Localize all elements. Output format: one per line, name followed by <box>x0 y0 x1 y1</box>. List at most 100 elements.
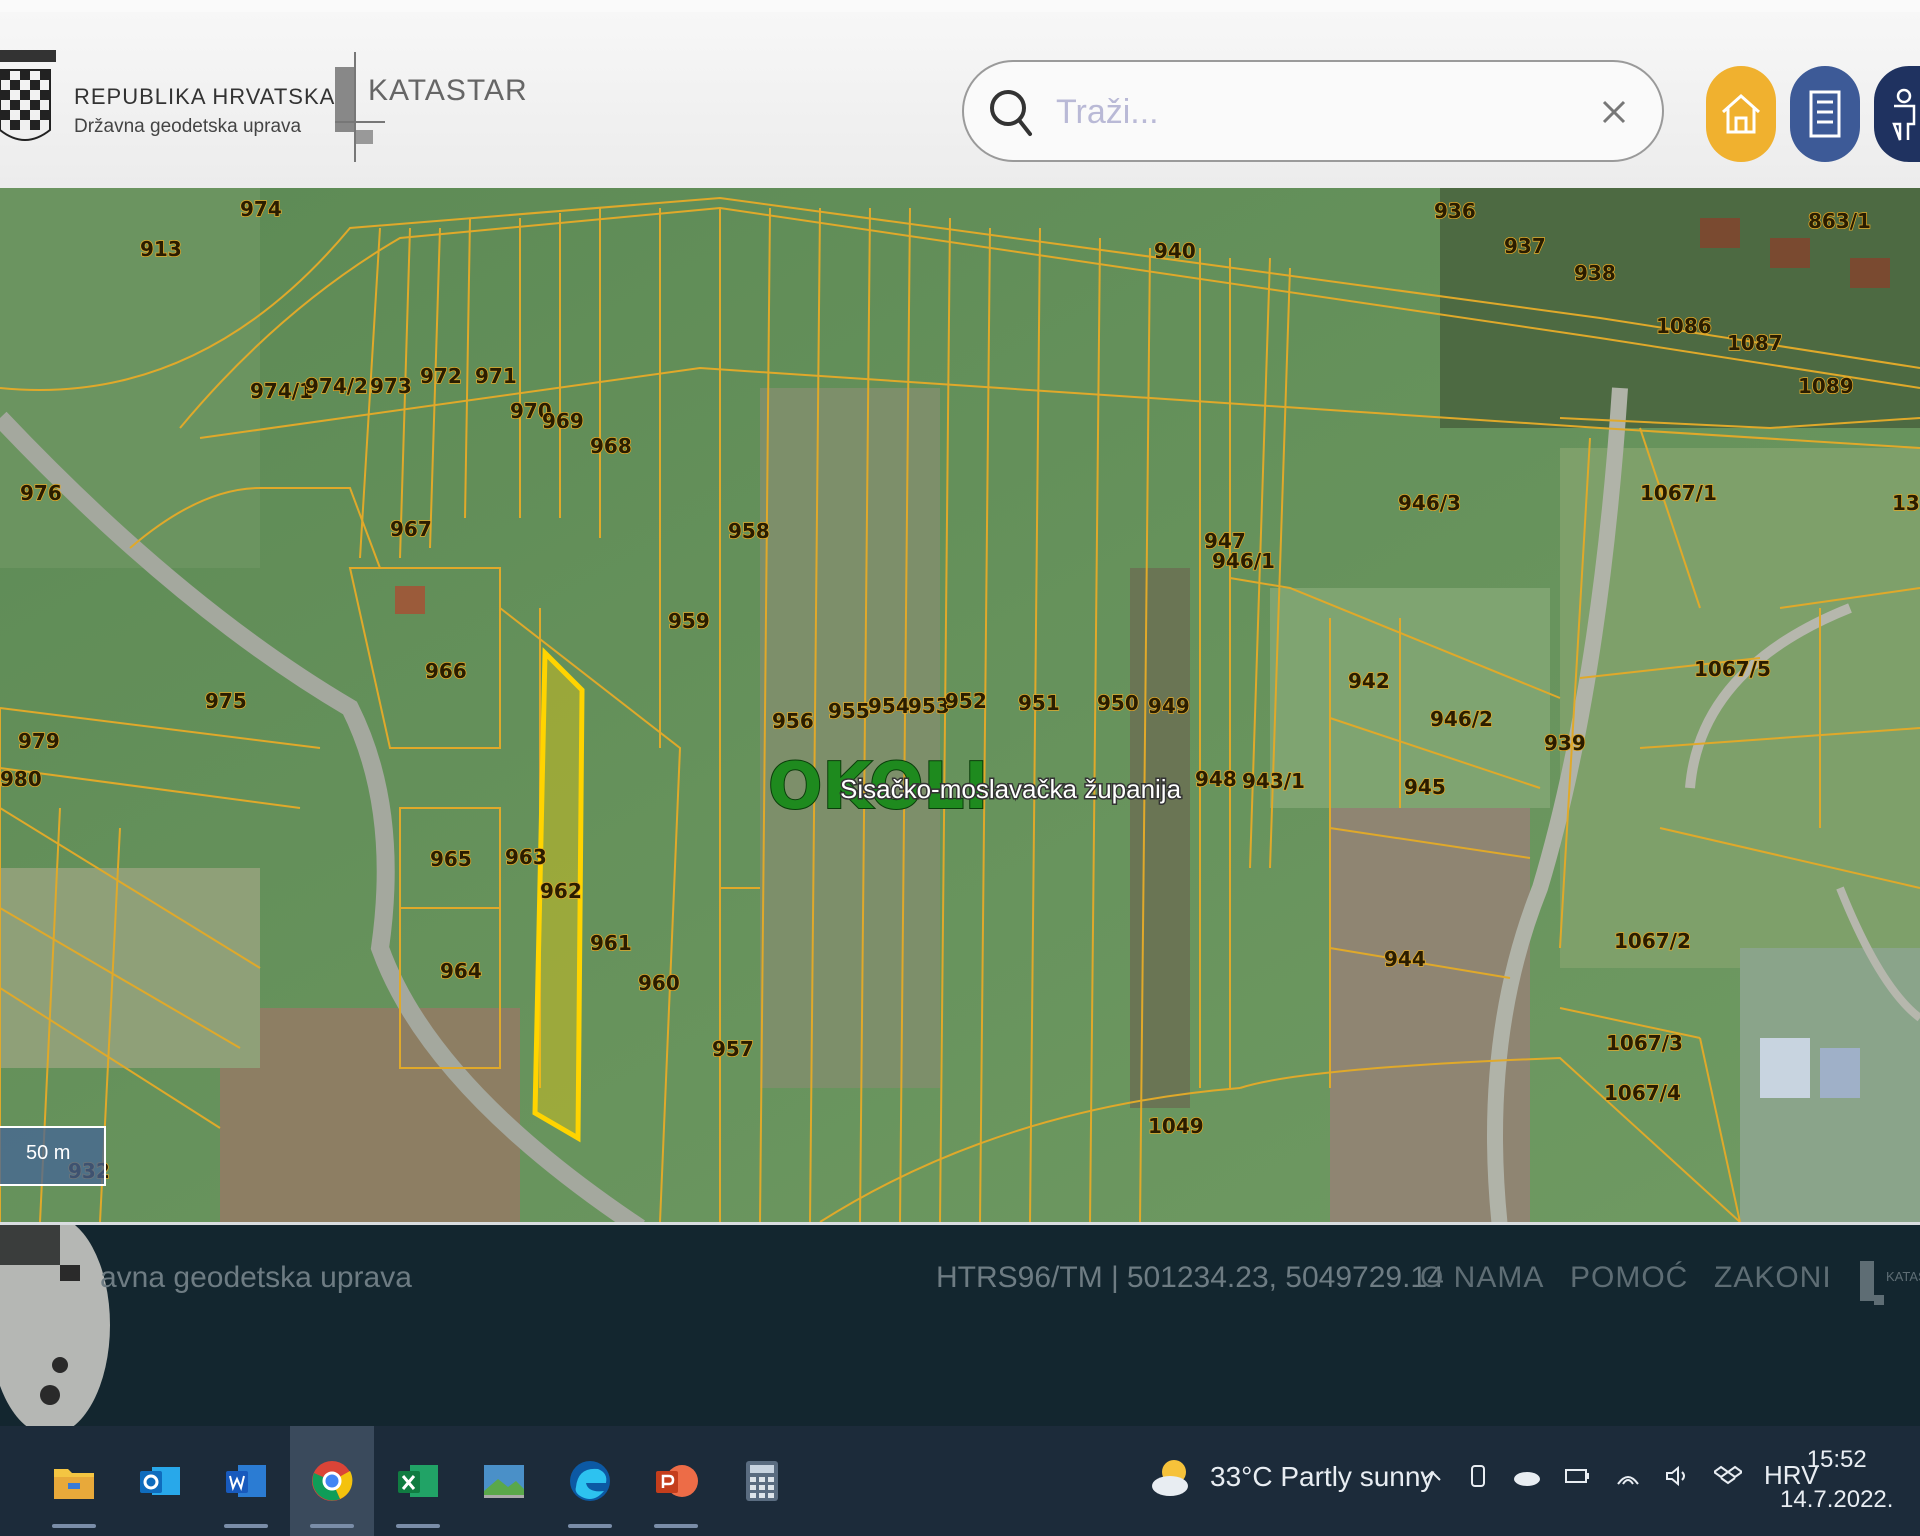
parcel-label[interactable]: 946/3 <box>1397 490 1461 516</box>
footer-link-o-nama[interactable]: O NAMA <box>1420 1261 1544 1295</box>
taskbar-excel[interactable] <box>376 1426 460 1536</box>
outlook-icon <box>140 1467 180 1495</box>
volume-icon[interactable] <box>1664 1464 1692 1488</box>
coordinate-values: 501234.23, 5049729.14 <box>1126 1261 1444 1294</box>
parcel-label[interactable]: 1089 <box>1797 373 1854 399</box>
parcel-label[interactable]: 946/2 <box>1429 706 1493 732</box>
parcel-label[interactable]: 967 <box>389 516 432 542</box>
parcel-label[interactable]: 1087 <box>1726 330 1783 356</box>
parcel-label[interactable]: 942 <box>1347 668 1390 694</box>
region-label: Sisačko-moslavačka županija <box>840 774 1182 804</box>
parcel-label[interactable]: 946/1 <box>1211 548 1275 574</box>
footer-org-name: avna geodetska uprava <box>100 1261 412 1294</box>
parcel-label[interactable]: 972 <box>419 363 462 389</box>
parcel-label[interactable]: 939 <box>1543 730 1586 756</box>
search-input[interactable] <box>1056 82 1556 142</box>
parcel-label[interactable]: 960 <box>637 970 680 996</box>
parcel-label[interactable]: 965 <box>429 846 472 872</box>
parcel-label[interactable]: 949 <box>1147 693 1190 719</box>
parcel-label[interactable]: 962 <box>539 878 582 904</box>
parcel-label[interactable]: 951 <box>1017 690 1060 716</box>
taskbar-calculator[interactable] <box>720 1426 804 1536</box>
meet-now-icon[interactable] <box>1466 1462 1490 1490</box>
parcel-label[interactable]: 964 <box>439 958 482 984</box>
chevron-up-icon[interactable] <box>1420 1464 1444 1488</box>
parcel-label[interactable]: 980 <box>0 766 43 792</box>
weather-text: 33°C Partly sunny <box>1210 1461 1435 1492</box>
parcel-label[interactable]: 943/1 <box>1241 768 1305 794</box>
parcel-label[interactable]: 976 <box>19 480 62 506</box>
parcel-label[interactable]: 13 <box>1891 490 1920 516</box>
parcel-label[interactable]: 958 <box>727 518 770 544</box>
parcel-label[interactable]: 940 <box>1153 238 1196 264</box>
taskbar-file-explorer[interactable] <box>32 1426 116 1536</box>
footer-link-pomoc[interactable]: POMOĆ <box>1570 1261 1688 1295</box>
parcel-label[interactable]: 966 <box>424 658 467 684</box>
layers-list-button[interactable] <box>1790 66 1860 162</box>
taskbar-edge[interactable] <box>548 1426 632 1536</box>
taskbar-running-indicator <box>52 1524 96 1528</box>
parcel-label[interactable]: 944 <box>1383 946 1426 972</box>
parcel-label[interactable]: 1086 <box>1655 313 1712 339</box>
coordinate-readout: HTRS96/TM | 501234.23, 5049729.14 <box>936 1261 1444 1295</box>
parcel-label[interactable]: 938 <box>1573 260 1616 286</box>
parcel-label[interactable]: 863/1 <box>1807 208 1871 234</box>
footer-logo-fragment-icon <box>0 1225 110 1429</box>
parcel-label[interactable]: 937 <box>1503 233 1546 259</box>
parcel-label[interactable]: 936 <box>1433 198 1476 224</box>
parcel-label[interactable]: 959 <box>667 608 710 634</box>
user-button[interactable] <box>1874 66 1920 162</box>
parcel-label[interactable]: 969 <box>541 408 584 434</box>
parcel-label[interactable]: 974/2 <box>304 373 368 399</box>
taskbar-photos[interactable] <box>462 1426 546 1536</box>
taskbar-powerpoint[interactable] <box>634 1426 718 1536</box>
taskbar-word[interactable] <box>204 1426 288 1536</box>
parcel-label[interactable]: 974/1 <box>249 378 313 404</box>
cadastral-map[interactable]: 974 913 974/1 974/2 973 972 971 970 969 968 976 967… <box>0 188 1920 1222</box>
parcel-label[interactable]: 956 <box>771 708 814 734</box>
dropbox-icon[interactable] <box>1714 1464 1742 1488</box>
parcel-label[interactable]: 963 <box>504 844 547 870</box>
map-canvas[interactable]: 974913974/1974/2 973 972 971970969968976967… <box>0 188 1920 1222</box>
parcel-label[interactable]: 979 <box>17 728 60 754</box>
taskbar-clock[interactable]: 15:52 14.7.2022. <box>1780 1440 1893 1520</box>
parcel-label[interactable]: 955 <box>827 698 870 724</box>
parcel-label[interactable]: 974 <box>239 196 282 222</box>
weather-widget[interactable]: 33°C Partly sunny <box>1150 1454 1434 1500</box>
parcel-label[interactable]: 975 <box>204 688 247 714</box>
org-name: REPUBLIKA HRVATSKA <box>74 84 336 109</box>
parcel-label[interactable]: 945 <box>1403 774 1446 800</box>
parcel-label[interactable]: 948 <box>1194 766 1237 792</box>
footer-link-zakoni[interactable]: ZAKONI <box>1714 1261 1832 1295</box>
close-icon[interactable] <box>1592 90 1636 134</box>
parcel-label[interactable]: 957 <box>711 1036 754 1062</box>
katastar-title: KATASTAR <box>368 74 528 107</box>
parcel-label[interactable]: 952 <box>944 688 987 714</box>
parcel-label[interactable]: 1067/1 <box>1639 480 1717 506</box>
battery-network-icon[interactable] <box>1564 1464 1592 1488</box>
search-box[interactable] <box>962 60 1664 162</box>
photos-icon <box>484 1465 524 1498</box>
parcel-label[interactable]: 968 <box>589 433 632 459</box>
word-icon <box>226 1465 266 1497</box>
parcel-label[interactable]: 913 <box>139 236 182 262</box>
parcel-label[interactable]: 973 <box>369 373 412 399</box>
parcel-label[interactable]: 1067/2 <box>1613 928 1691 954</box>
parcel-label[interactable]: 961 <box>589 930 632 956</box>
parcel-label[interactable]: 950 <box>1096 690 1139 716</box>
parcel-label[interactable]: 1067/3 <box>1605 1030 1683 1056</box>
parcel-label[interactable]: 971 <box>474 363 517 389</box>
parcel-label[interactable]: 953 <box>907 693 950 719</box>
chrome-icon <box>312 1461 353 1501</box>
parcel-label[interactable]: 954 <box>867 693 910 719</box>
parcel-label[interactable]: 1067/5 <box>1693 656 1771 682</box>
parcel-label[interactable]: 1049 <box>1147 1113 1204 1139</box>
taskbar-outlook[interactable] <box>118 1426 202 1536</box>
home-button[interactable] <box>1706 66 1776 162</box>
wifi-icon[interactable] <box>1614 1464 1642 1488</box>
onedrive-icon[interactable] <box>1512 1464 1542 1488</box>
taskbar-chrome[interactable] <box>290 1426 374 1536</box>
system-tray: HRV <box>1420 1460 1818 1491</box>
parcel-label[interactable]: 1067/4 <box>1603 1080 1681 1106</box>
scale-label: 50 m <box>26 1142 71 1164</box>
